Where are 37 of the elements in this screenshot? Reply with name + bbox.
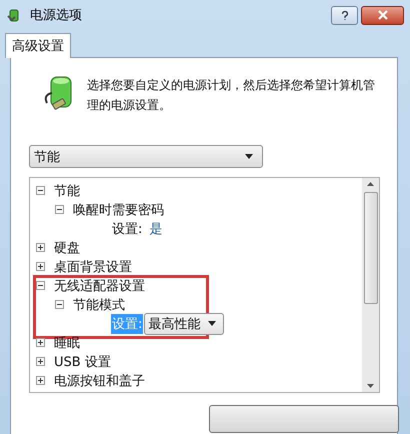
expand-icon[interactable] xyxy=(36,338,45,347)
dropdown-arrow-icon xyxy=(245,154,253,159)
help-icon xyxy=(340,10,348,20)
dropdown-arrow-icon xyxy=(208,321,216,326)
tree-item[interactable]: 节能模式 xyxy=(73,296,125,314)
tree-item[interactable]: 无线适配器设置 xyxy=(54,276,145,294)
window-title: 电源选项 xyxy=(30,7,82,24)
tree-item[interactable]: 电源按钮和盖子 xyxy=(54,372,145,390)
collapse-icon[interactable] xyxy=(55,300,64,309)
plan-dropdown[interactable]: 节能 xyxy=(29,145,263,168)
close-button[interactable] xyxy=(361,6,404,24)
setting-label: 设置: xyxy=(111,220,144,238)
tree-item[interactable]: 桌面背景设置 xyxy=(54,258,132,276)
collapse-icon[interactable] xyxy=(36,281,45,290)
collapse-icon[interactable] xyxy=(55,205,64,214)
scrollbar[interactable] xyxy=(362,178,379,392)
scroll-down-icon[interactable] xyxy=(367,384,374,388)
tree-item[interactable]: 睡眠 xyxy=(54,334,80,352)
tree-item[interactable]: 节能 xyxy=(54,182,80,200)
expand-icon[interactable] xyxy=(36,262,45,271)
tree-item[interactable]: 唤醒时需要密码 xyxy=(73,200,164,218)
expand-icon[interactable] xyxy=(36,376,45,385)
expand-icon[interactable] xyxy=(36,357,45,366)
setting-dropdown[interactable]: 最高性能 xyxy=(144,312,224,334)
tree-item[interactable]: 硬盘 xyxy=(54,238,80,256)
dialog-button[interactable] xyxy=(209,405,399,433)
description-text: 选择您要自定义的电源计划，然后选择您希望计算机管理的电源设置。 xyxy=(87,77,376,114)
setting-label: 设置: xyxy=(111,314,144,334)
scroll-up-icon[interactable] xyxy=(367,182,374,186)
help-button[interactable] xyxy=(331,6,358,24)
setting-value[interactable]: 是 xyxy=(149,220,162,238)
tab[interactable]: 高级设置 xyxy=(5,33,71,58)
close-icon xyxy=(378,10,388,20)
collapse-icon[interactable] xyxy=(36,186,45,195)
scrollbar-thumb[interactable] xyxy=(364,192,378,304)
tree-item[interactable]: USB 设置 xyxy=(54,352,111,370)
expand-icon[interactable] xyxy=(36,243,45,252)
